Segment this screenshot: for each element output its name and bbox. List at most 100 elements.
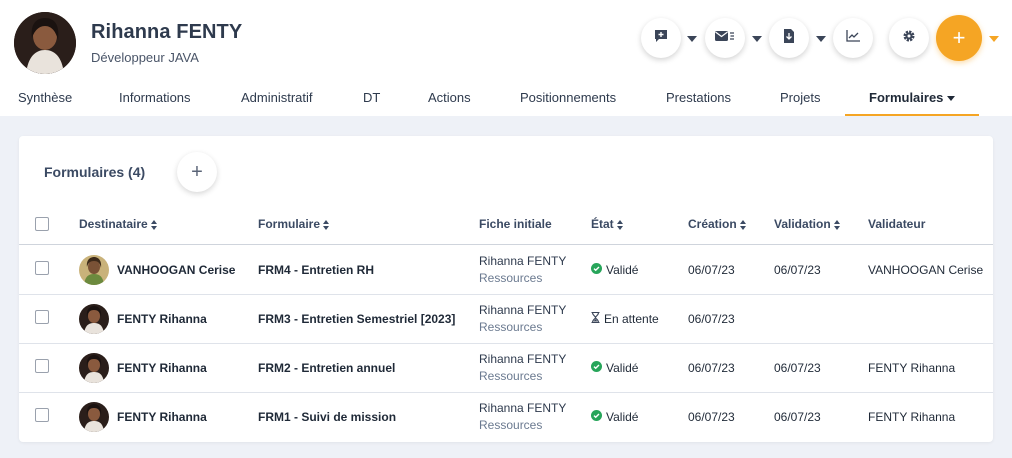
column-header-label: Validation bbox=[774, 217, 831, 231]
fiche-type: Ressources bbox=[479, 418, 543, 432]
validateur-name: VANHOOGAN Cerise bbox=[868, 263, 984, 277]
tab-projets[interactable]: Projets bbox=[780, 84, 820, 116]
tab-bar: Synthèse Informations Administratif DT A… bbox=[0, 84, 1012, 116]
caret-down-icon bbox=[947, 96, 956, 102]
column-header-fiche: Fiche initiale bbox=[479, 217, 552, 231]
sort-icon bbox=[833, 219, 841, 230]
tab-actions[interactable]: Actions bbox=[428, 84, 471, 116]
column-header-validateur: Validateur bbox=[868, 217, 926, 231]
validation-date: 06/07/23 bbox=[774, 361, 821, 375]
chart-line-button[interactable] bbox=[833, 18, 873, 58]
chart-line-icon bbox=[846, 29, 860, 47]
table-row[interactable]: FENTY Rihanna FRM1 - Suivi de mission Ri… bbox=[19, 392, 993, 441]
avatar bbox=[79, 402, 109, 432]
row-checkbox[interactable] bbox=[35, 408, 49, 422]
column-header-creation[interactable]: Création bbox=[688, 217, 747, 231]
formulaires-card: Formulaires (4) + Destinataire Formulair… bbox=[19, 136, 993, 442]
destinataire-name: VANHOOGAN Cerise bbox=[117, 263, 236, 277]
profile-header: Rihanna FENTY Développeur JAVA + Synthès… bbox=[0, 0, 1012, 116]
add-caret[interactable] bbox=[989, 36, 999, 42]
status-badge: Validé bbox=[591, 361, 638, 375]
tab-synthese[interactable]: Synthèse bbox=[18, 84, 72, 116]
tab-formulaires[interactable]: Formulaires bbox=[845, 84, 980, 116]
hourglass-icon bbox=[591, 311, 600, 326]
settings-button[interactable] bbox=[889, 18, 929, 58]
section-title: Formulaires (4) bbox=[44, 164, 146, 180]
row-checkbox[interactable] bbox=[35, 359, 49, 373]
mail-send-button[interactable] bbox=[705, 18, 745, 58]
check-circle-icon bbox=[591, 410, 602, 424]
fiche-type: Ressources bbox=[479, 271, 543, 285]
tab-administratif[interactable]: Administratif bbox=[241, 84, 313, 116]
table-row[interactable]: FENTY Rihanna FRM3 - Entretien Semestrie… bbox=[19, 294, 993, 343]
formulaire-link[interactable]: FRM4 - Entretien RH bbox=[258, 263, 374, 277]
add-button[interactable]: + bbox=[936, 15, 982, 61]
creation-date: 06/07/23 bbox=[688, 312, 735, 326]
status-badge: Validé bbox=[591, 263, 638, 277]
status-badge: En attente bbox=[591, 311, 659, 326]
destinataire-name: FENTY Rihanna bbox=[117, 312, 207, 326]
formulaire-link[interactable]: FRM1 - Suivi de mission bbox=[258, 410, 396, 424]
sort-icon bbox=[616, 219, 624, 230]
formulaire-link[interactable]: FRM3 - Entretien Semestriel [2023] bbox=[258, 312, 455, 326]
avatar bbox=[79, 304, 109, 334]
document-download-button[interactable] bbox=[769, 18, 809, 58]
avatar bbox=[14, 12, 76, 74]
fiche-name: Rihanna FENTY bbox=[479, 352, 567, 366]
check-circle-icon bbox=[591, 361, 602, 375]
document-download-caret[interactable] bbox=[816, 36, 826, 42]
column-header-validation[interactable]: Validation bbox=[774, 217, 841, 231]
sort-icon bbox=[150, 219, 158, 230]
plus-icon: + bbox=[952, 25, 966, 50]
plus-icon: + bbox=[191, 161, 203, 183]
column-header-label: Création bbox=[688, 217, 737, 231]
document-download-icon bbox=[783, 28, 795, 48]
fiche-name: Rihanna FENTY bbox=[479, 401, 567, 415]
message-add-button[interactable] bbox=[641, 18, 681, 58]
tab-informations[interactable]: Informations bbox=[119, 84, 191, 116]
tab-prestations[interactable]: Prestations bbox=[666, 84, 731, 116]
profile-name: Rihanna FENTY bbox=[91, 21, 243, 43]
status-text: Validé bbox=[606, 410, 639, 424]
tab-dt[interactable]: DT bbox=[363, 84, 380, 116]
message-add-caret[interactable] bbox=[687, 36, 697, 42]
destinataire-name: FENTY Rihanna bbox=[117, 410, 207, 424]
validateur-name: FENTY Rihanna bbox=[868, 361, 956, 375]
column-header-label: Destinataire bbox=[79, 217, 148, 231]
column-header-etat[interactable]: État bbox=[591, 217, 624, 231]
avatar bbox=[79, 353, 109, 383]
validateur-name: FENTY Rihanna bbox=[868, 410, 956, 424]
fiche-type: Ressources bbox=[479, 320, 543, 334]
avatar bbox=[79, 255, 109, 285]
fiche-type: Ressources bbox=[479, 369, 543, 383]
column-header-destinataire[interactable]: Destinataire bbox=[79, 217, 158, 231]
row-checkbox[interactable] bbox=[35, 261, 49, 275]
creation-date: 06/07/23 bbox=[688, 361, 735, 375]
validation-date: 06/07/23 bbox=[774, 263, 821, 277]
mail-send-caret[interactable] bbox=[752, 36, 762, 42]
column-header-label: État bbox=[591, 217, 614, 231]
column-header-label: Formulaire bbox=[258, 217, 321, 231]
select-all-checkbox[interactable] bbox=[35, 217, 49, 231]
status-text: En attente bbox=[604, 312, 659, 326]
table-row[interactable]: VANHOOGAN Cerise FRM4 - Entretien RH Rih… bbox=[19, 245, 993, 294]
message-add-icon bbox=[654, 29, 668, 48]
fiche-name: Rihanna FENTY bbox=[479, 254, 567, 268]
column-header-formulaire[interactable]: Formulaire bbox=[258, 217, 330, 231]
profile-role: Développeur JAVA bbox=[91, 50, 199, 65]
sort-icon bbox=[323, 219, 330, 230]
sort-icon bbox=[739, 219, 747, 230]
tab-positionnements[interactable]: Positionnements bbox=[520, 84, 616, 116]
formulaire-link[interactable]: FRM2 - Entretien annuel bbox=[258, 361, 395, 375]
fiche-name: Rihanna FENTY bbox=[479, 303, 567, 317]
tab-formulaires-label: Formulaires bbox=[869, 90, 944, 105]
destinataire-name: FENTY Rihanna bbox=[117, 361, 207, 375]
creation-date: 06/07/23 bbox=[688, 410, 735, 424]
table-row[interactable]: FENTY Rihanna FRM2 - Entretien annuel Ri… bbox=[19, 343, 993, 392]
creation-date: 06/07/23 bbox=[688, 263, 735, 277]
mail-send-icon bbox=[715, 29, 735, 48]
gear-icon bbox=[902, 29, 916, 48]
add-formulaire-button[interactable]: + bbox=[177, 152, 217, 192]
row-checkbox[interactable] bbox=[35, 310, 49, 324]
status-text: Validé bbox=[606, 263, 639, 277]
